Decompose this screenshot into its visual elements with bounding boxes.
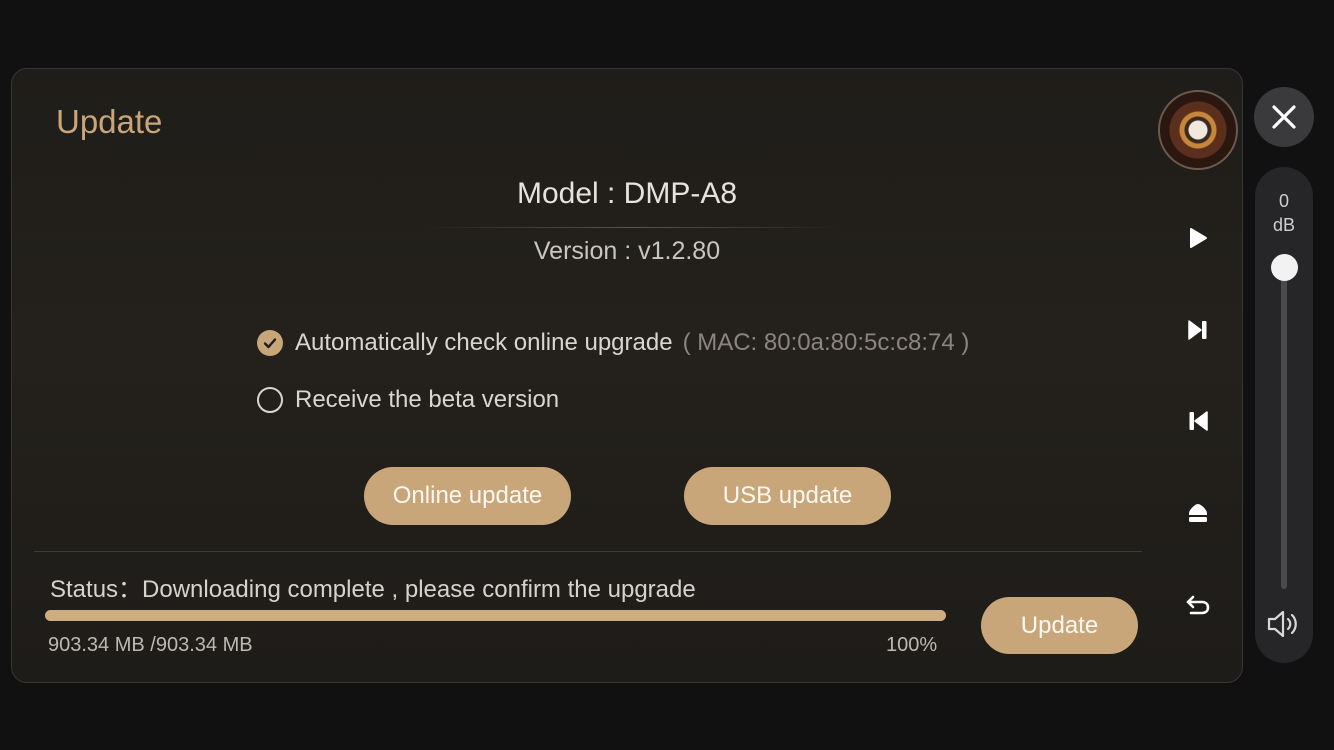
model-label: Model : DMP-A8 (516, 177, 738, 210)
model-divider (422, 227, 842, 228)
volume-slider-thumb[interactable] (1271, 254, 1298, 281)
beta-label: Receive the beta version (295, 386, 560, 413)
mac-address: ( MAC: 80:0a:80:5c:c8:74 ) (682, 329, 970, 356)
progress-percent: 100% (886, 634, 938, 656)
volume-unit: dB (1272, 215, 1296, 235)
auto-check-label: Automatically check online upgrade (295, 329, 673, 356)
status-divider (34, 551, 1142, 552)
version-label: Version : v1.2.80 (533, 237, 721, 265)
close-icon (1272, 105, 1296, 129)
progress-bar (45, 610, 946, 621)
volume-panel: 0 dB (1255, 167, 1313, 663)
online-update-button[interactable]: Online update (364, 467, 571, 525)
progress-fill (45, 610, 946, 621)
eject-icon[interactable] (1180, 495, 1216, 531)
play-icon[interactable] (1180, 220, 1216, 256)
back-icon[interactable] (1180, 587, 1216, 623)
previous-track-icon[interactable] (1180, 403, 1216, 439)
download-size: 903.34 MB /903.34 MB (48, 634, 253, 656)
status-text: Status：Downloading complete , please con… (50, 576, 696, 603)
auto-check-option[interactable]: Automatically check online upgrade ( MAC… (257, 329, 969, 357)
checkbox-unchecked-icon[interactable] (257, 387, 283, 413)
usb-update-button[interactable]: USB update (684, 467, 891, 525)
close-button[interactable] (1254, 87, 1314, 147)
album-cover[interactable] (1158, 90, 1238, 170)
beta-option[interactable]: Receive the beta version (257, 386, 559, 414)
update-button[interactable]: Update (981, 597, 1138, 654)
next-track-icon[interactable] (1180, 312, 1216, 348)
checkbox-checked-icon[interactable] (257, 330, 283, 356)
dialog-title: Update (56, 103, 163, 140)
volume-slider-track[interactable] (1281, 267, 1287, 589)
speaker-icon[interactable] (1265, 605, 1303, 643)
update-dialog: Update Model : DMP-A8 Version : v1.2.80 … (11, 68, 1243, 683)
volume-value: 0 (1278, 191, 1289, 211)
volume-readout: 0 dB (1255, 189, 1313, 237)
